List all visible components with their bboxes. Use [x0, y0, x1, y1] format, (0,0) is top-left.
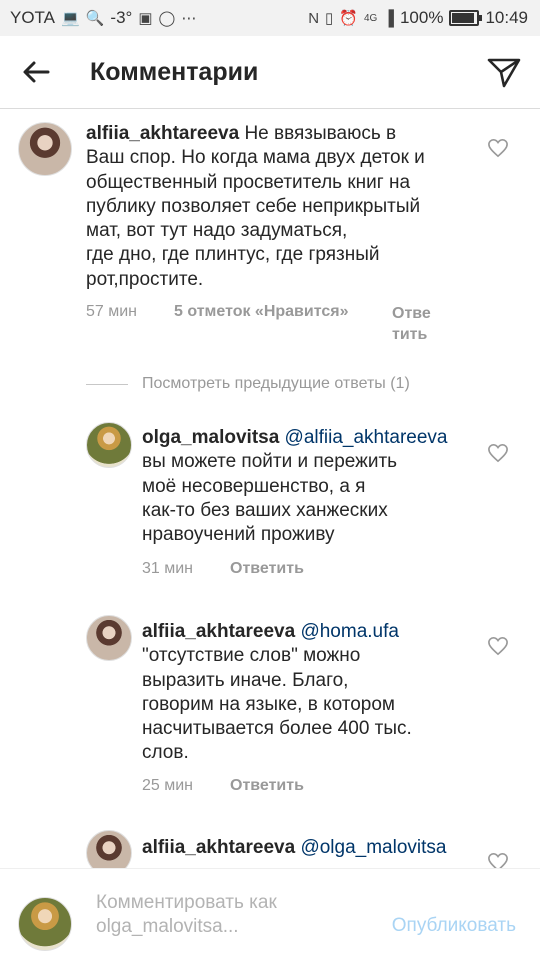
comment-time: 57 мин	[86, 303, 138, 320]
heart-icon[interactable]	[487, 443, 509, 463]
comment-input[interactable]: Комментировать как olga_malovitsa...	[96, 891, 346, 939]
comment-mention[interactable]: @homa.ufa	[295, 621, 399, 642]
battery-icon	[449, 10, 483, 26]
alarm-icon: ⏰	[339, 10, 358, 27]
direct-send-icon[interactable]	[486, 54, 522, 90]
avatar	[18, 897, 72, 951]
laptop-icon: 💻	[61, 10, 80, 27]
comment-username[interactable]: olga_malovitsa	[142, 427, 279, 448]
more-icon: ⋯	[181, 10, 197, 27]
heart-icon[interactable]	[487, 636, 509, 656]
whatsapp-icon: ◯	[158, 10, 176, 27]
nfc-icon: N	[308, 9, 320, 27]
comment-time: 25 мин	[142, 777, 194, 794]
avatar[interactable]	[86, 422, 132, 468]
comments-list[interactable]: alfiia_akhtareeva Не ввязываюсь в Ваш сп…	[0, 108, 540, 868]
comment-text: вы можете пойти и пережить моё несоверше…	[142, 451, 398, 546]
divider-line	[86, 383, 128, 385]
reply-button[interactable]: Отве тить	[392, 303, 431, 345]
vibrate-icon: ▯	[325, 10, 334, 27]
signal-icon: ▐	[383, 9, 394, 27]
comment-body: alfiia_akhtareeva @olga_malovitsa	[142, 836, 482, 860]
comment-body: alfiia_akhtareeva Не ввязываюсь в Ваш сп…	[86, 122, 486, 292]
search-icon: 🔍	[85, 10, 105, 27]
avatar[interactable]	[86, 615, 132, 661]
comment-body: olga_malovitsa @alfiia_akhtareeva вы мож…	[142, 426, 482, 547]
avatar[interactable]	[18, 122, 72, 176]
comment-body: alfiia_akhtareeva @homa.ufa "отсутствие …	[142, 620, 482, 766]
comment-mention[interactable]: @alfiia_akhtareeva	[279, 427, 448, 448]
app-bar: Комментарии	[0, 36, 540, 109]
likes-count[interactable]: 5 отметок «Нравится»	[174, 303, 348, 321]
publish-button[interactable]: Опубликовать	[392, 915, 516, 937]
comment-composer: Комментировать как olga_malovitsa... Опу…	[0, 868, 540, 961]
battery-percent: 100%	[399, 8, 444, 27]
comment-username[interactable]: alfiia_akhtareeva	[86, 123, 239, 144]
comment-username[interactable]: alfiia_akhtareeva	[142, 621, 295, 642]
temperature-label: -3°	[110, 8, 133, 27]
network-type-label: 4G	[363, 12, 378, 24]
comment-time: 31 мин	[142, 560, 194, 577]
reply-button[interactable]: Ответить	[230, 777, 304, 795]
back-arrow-icon[interactable]	[18, 54, 54, 90]
page-title: Комментарии	[90, 58, 259, 86]
clock: 10:49	[485, 8, 528, 27]
activity-icon: ▣	[138, 10, 153, 27]
carrier-label: YOTA	[10, 8, 56, 27]
heart-icon[interactable]	[487, 852, 509, 868]
reply-button[interactable]: Ответить	[230, 560, 304, 578]
comment-text: "отсутствие слов" можно выразить иначе. …	[142, 645, 412, 764]
view-previous-replies[interactable]: Посмотреть предыдущие ответы (1)	[86, 375, 410, 393]
comment-mention[interactable]: @olga_malovitsa	[295, 837, 446, 858]
comment-username[interactable]: alfiia_akhtareeva	[142, 837, 295, 858]
comment-text: Не ввязываюсь в Ваш спор. Но когда мама …	[86, 123, 425, 290]
view-previous-label: Посмотреть предыдущие ответы (1)	[142, 375, 410, 392]
heart-icon[interactable]	[487, 138, 509, 158]
status-bar: YOTA 💻 🔍 -3° ▣ ◯ ⋯ N ▯ ⏰ 4G ▐ 100% 10:49	[0, 0, 540, 36]
avatar[interactable]	[86, 830, 132, 868]
